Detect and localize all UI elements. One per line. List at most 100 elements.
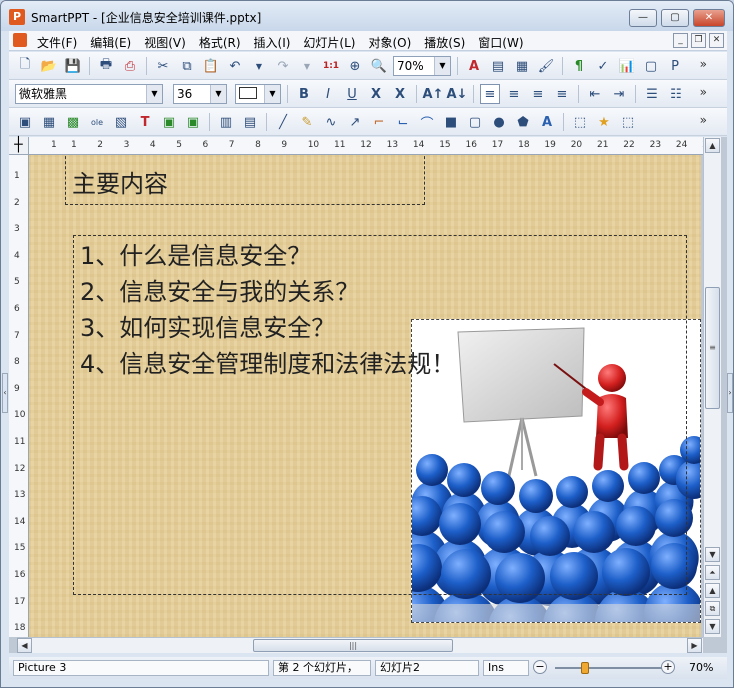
- curved-connector-icon[interactable]: ⌒: [417, 112, 437, 132]
- toolbar-overflow-icon[interactable]: »: [700, 85, 707, 99]
- align-right-icon[interactable]: ≡: [528, 84, 548, 104]
- status-insert-mode[interactable]: Ins: [483, 660, 529, 676]
- print-icon[interactable]: 🖶: [96, 56, 116, 76]
- zoom-combo[interactable]: 70% ▼: [393, 56, 451, 76]
- numbered-list-icon[interactable]: ☷: [666, 84, 686, 104]
- zoom-out-icon[interactable]: −: [533, 660, 547, 674]
- left-panel-grip[interactable]: ‹: [2, 373, 8, 413]
- chevron-down-icon[interactable]: ▼: [434, 57, 450, 75]
- star-effect-icon[interactable]: ★: [594, 112, 614, 132]
- pdf-export-icon[interactable]: ⎙: [120, 56, 140, 76]
- clear-format-icon[interactable]: X: [390, 84, 410, 104]
- right-panel-grip[interactable]: ›: [727, 373, 733, 413]
- mdi-close-button[interactable]: ✕: [709, 33, 724, 48]
- insert-chart-icon[interactable]: ▧: [111, 112, 131, 132]
- elbow-connector-icon[interactable]: ⌙: [393, 112, 413, 132]
- italic-icon[interactable]: I: [318, 84, 338, 104]
- menu-format[interactable]: 格式(R): [199, 34, 241, 51]
- autoshape-tool-icon[interactable]: ⬟: [513, 112, 533, 132]
- shrink-font-icon[interactable]: A↓: [447, 84, 468, 104]
- scroll-right-icon[interactable]: ▶: [687, 638, 702, 653]
- scroll-left-icon[interactable]: ◀: [17, 638, 32, 653]
- arrow-tool-icon[interactable]: ↗: [345, 112, 365, 132]
- document-icon[interactable]: [13, 33, 27, 47]
- freehand-tool-icon[interactable]: ✎: [297, 112, 317, 132]
- mdi-restore-button[interactable]: ❐: [691, 33, 706, 48]
- menu-view[interactable]: 视图(V): [144, 34, 186, 51]
- selection-frame-icon[interactable]: ⬚: [570, 112, 590, 132]
- title-placeholder[interactable]: 主要内容: [65, 155, 425, 205]
- decrease-indent-icon[interactable]: ⇤: [585, 84, 605, 104]
- vertical-scroll-thumb[interactable]: ≡: [705, 287, 720, 409]
- font-name-combo[interactable]: 微软雅黑 ▼: [15, 84, 163, 104]
- chevron-down-icon[interactable]: ▼: [264, 85, 280, 103]
- justify-icon[interactable]: ≡: [552, 84, 572, 104]
- chevron-down-icon[interactable]: ▼: [210, 85, 226, 103]
- transition-icon[interactable]: ⬚: [618, 112, 638, 132]
- minimize-button[interactable]: —: [629, 9, 657, 27]
- line-tool-icon[interactable]: ╱: [273, 112, 293, 132]
- save-icon[interactable]: 💾: [63, 56, 83, 76]
- undo-icon[interactable]: ↶: [225, 56, 245, 76]
- align-center-icon[interactable]: ≡: [504, 84, 524, 104]
- menu-file[interactable]: 文件(F): [37, 34, 77, 51]
- actual-size-icon[interactable]: 1:1: [321, 56, 341, 76]
- horizontal-scroll-thumb[interactable]: |||: [253, 639, 453, 652]
- content-placeholder[interactable]: 1、什么是信息安全？ 2、信息安全与我的关系？ 3、如何实现信息安全？ 4、信息…: [73, 235, 687, 595]
- mdi-minimize-button[interactable]: _: [673, 33, 688, 48]
- ungroup-icon[interactable]: ▤: [240, 112, 260, 132]
- text-frame-icon[interactable]: ▢: [641, 56, 661, 76]
- slide-list-icon[interactable]: ⧉: [705, 601, 720, 616]
- group-icon[interactable]: ▥: [216, 112, 236, 132]
- notes-icon[interactable]: ▦: [512, 56, 532, 76]
- ruler-corner-icon[interactable]: ┼: [9, 137, 29, 155]
- vertical-scrollbar[interactable]: ▲ ≡ ▼ ⏶ ▲ ⧉ ▼: [703, 137, 721, 637]
- curve-tool-icon[interactable]: ∿: [321, 112, 341, 132]
- maximize-button[interactable]: ▢: [661, 9, 689, 27]
- paste-icon[interactable]: 📋: [201, 56, 221, 76]
- horizontal-scrollbar[interactable]: ◀ ||| ▶: [17, 637, 703, 653]
- zoom-in-icon[interactable]: +: [661, 660, 675, 674]
- insert-field-icon[interactable]: ▣: [183, 112, 203, 132]
- insert-table-icon[interactable]: ▦: [39, 112, 59, 132]
- insert-placeholder-icon[interactable]: ▣: [159, 112, 179, 132]
- insert-ole-icon[interactable]: ole: [87, 112, 107, 132]
- increase-indent-icon[interactable]: ⇥: [609, 84, 629, 104]
- undo-dropdown-icon[interactable]: ▼: [249, 56, 269, 76]
- vertical-ruler[interactable]: 1 2 3 4 5 6 7 8 9 10 11 12 13 14 15 16 17 18: [9, 155, 29, 637]
- strikethrough-icon[interactable]: X: [366, 84, 386, 104]
- next-slide-icon[interactable]: ▼: [705, 619, 720, 634]
- format-painter-icon[interactable]: 🖌: [536, 56, 556, 76]
- menu-play[interactable]: 播放(S): [424, 34, 465, 51]
- rounded-rectangle-tool-icon[interactable]: ▢: [465, 112, 485, 132]
- scroll-up-icon[interactable]: ▲: [705, 138, 720, 153]
- underline-icon[interactable]: U: [342, 84, 362, 104]
- toolbar-overflow-icon[interactable]: »: [700, 57, 707, 71]
- paragraph-mark-icon[interactable]: ¶: [569, 56, 589, 76]
- insert-textframe-icon[interactable]: ▣: [15, 112, 35, 132]
- menu-insert[interactable]: 插入(I): [254, 34, 291, 51]
- chevron-down-icon[interactable]: ▼: [146, 85, 162, 103]
- copy-icon[interactable]: ⧉: [177, 56, 197, 76]
- chart-icon[interactable]: 📊: [617, 56, 637, 76]
- align-left-icon[interactable]: ≡: [480, 84, 500, 104]
- app-logo-icon[interactable]: P: [9, 9, 25, 25]
- rectangle-tool-icon[interactable]: ■: [441, 112, 461, 132]
- zoom-icon[interactable]: 🔍: [369, 56, 389, 76]
- toolbar-overflow-icon[interactable]: »: [700, 113, 707, 127]
- menu-object[interactable]: 对象(O): [368, 34, 411, 51]
- slide-layout-icon[interactable]: ▤: [488, 56, 508, 76]
- text-color-icon[interactable]: A: [464, 56, 484, 76]
- cut-icon[interactable]: ✂: [153, 56, 173, 76]
- textart-tool-icon[interactable]: A: [537, 112, 557, 132]
- insert-picture-icon[interactable]: ▩: [63, 112, 83, 132]
- page-icon[interactable]: P: [665, 56, 685, 76]
- slide-canvas[interactable]: 主要内容 1、什么是信息安全？ 2、信息安全与我的关系？ 3、如何实现信息安全？…: [29, 155, 701, 637]
- redo-icon[interactable]: ↷: [273, 56, 293, 76]
- close-button[interactable]: ✕: [693, 9, 725, 27]
- bullet-list-icon[interactable]: ☰: [642, 84, 662, 104]
- open-folder-icon[interactable]: 📂: [39, 56, 59, 76]
- fill-color-combo[interactable]: ▼: [235, 84, 281, 104]
- spell-check-icon[interactable]: ✓: [593, 56, 613, 76]
- first-slide-icon[interactable]: ⏶: [705, 565, 720, 580]
